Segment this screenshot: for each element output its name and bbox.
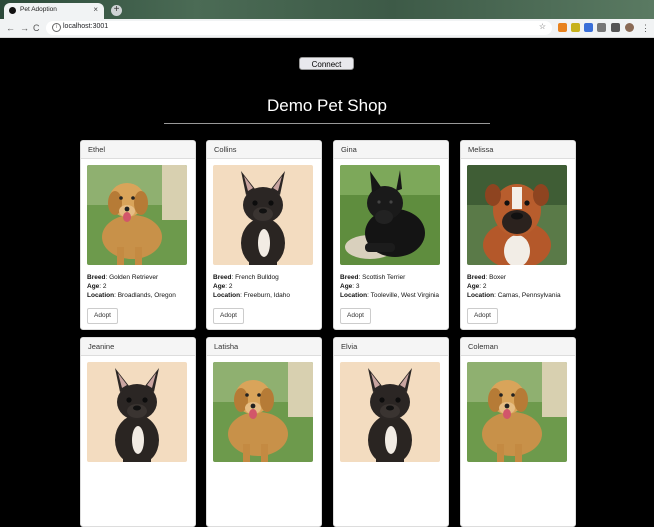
location-label: Location — [340, 292, 368, 299]
pet-location: Broadlands, Oregon — [117, 292, 176, 299]
pet-photo — [340, 362, 440, 462]
adopt-button[interactable]: Adopt — [467, 308, 498, 324]
pet-card: Ethel Breed: Golden Retriever Age: 2 Locati… — [80, 140, 196, 330]
age-label: Age — [87, 283, 100, 290]
pet-location-row: Location: Camas, Pennsylvania — [467, 292, 561, 299]
pet-name: Gina — [334, 141, 448, 159]
reload-button[interactable]: C — [33, 22, 40, 34]
browser-tab[interactable]: Pet Adoption × — [4, 3, 104, 19]
adopt-button[interactable]: Adopt — [87, 308, 118, 324]
pet-age: 2 — [102, 283, 107, 290]
favicon-icon — [9, 7, 16, 14]
page-title: Demo Pet Shop — [266, 96, 387, 115]
address-bar[interactable]: i localhost:3001 ☆ — [46, 21, 552, 35]
title-divider — [164, 123, 490, 124]
pet-card: Jeanine — [80, 337, 196, 527]
pet-location-row: Location: Tooleville, West Virginia — [340, 292, 439, 299]
pet-location: Freeburn, Idaho — [243, 292, 290, 299]
pet-breed: Scottish Terrier — [362, 274, 406, 281]
extension-icon[interactable] — [571, 23, 580, 32]
metamask-extension-icon[interactable] — [558, 23, 567, 32]
side-panel-icon[interactable] — [611, 23, 620, 32]
pet-card: Elvia — [333, 337, 449, 527]
pet-card: Coleman — [460, 337, 576, 527]
pet-name: Coleman — [461, 338, 575, 356]
age-label: Age — [340, 283, 353, 290]
page-content: Connect Wallet Demo Pet Shop Ｉ EthelBree… — [0, 38, 654, 527]
pet-age-row: Age: 2 — [87, 283, 107, 290]
connect-wallet-button[interactable]: Connect Wallet — [299, 57, 354, 82]
pet-details: Breed: Golden Retriever Age: 2 Location: B… — [81, 265, 195, 300]
pet-breed-row: Breed: Boxer — [467, 274, 507, 281]
pet-name: Ethel — [81, 141, 195, 159]
profile-avatar[interactable] — [625, 23, 634, 32]
pet-breed-row: Breed: Scottish Terrier — [340, 274, 406, 281]
pet-details: Breed: Boxer Age: 2 Location: Camas, Penns… — [461, 265, 575, 300]
pet-card: Latisha — [206, 337, 322, 527]
pet-name: Jeanine — [81, 338, 195, 356]
pet-breed: Boxer — [489, 274, 507, 281]
pet-photo — [340, 165, 440, 265]
pet-photo — [87, 165, 187, 265]
url-text: localhost:3001 — [63, 23, 109, 30]
location-label: Location — [213, 292, 241, 299]
info-icon[interactable]: i — [52, 23, 61, 32]
adopt-button[interactable]: Adopt — [340, 308, 371, 324]
location-label: Location — [87, 292, 115, 299]
pet-breed: French Bulldog — [235, 274, 279, 281]
pet-photo — [213, 362, 313, 462]
pet-age: 2 — [228, 283, 233, 290]
back-button[interactable]: ← — [6, 22, 15, 34]
age-label: Age — [467, 283, 480, 290]
pet-photo — [87, 362, 187, 462]
close-tab-icon[interactable]: × — [93, 5, 98, 15]
pet-age-row: Age: 3 — [340, 283, 360, 290]
pet-breed: Golden Retriever — [109, 274, 159, 281]
pet-photo — [467, 165, 567, 265]
pet-name: Melissa — [461, 141, 575, 159]
pet-photo — [213, 165, 313, 265]
breed-label: Breed — [340, 274, 359, 281]
pet-age: 2 — [482, 283, 487, 290]
pet-location-row: Location: Freeburn, Idaho — [213, 292, 290, 299]
bookmark-star-icon[interactable]: ☆ — [539, 22, 546, 31]
pet-name: Latisha — [207, 338, 321, 356]
breed-label: Breed — [213, 274, 232, 281]
pet-breed-row: Breed: French Bulldog — [213, 274, 279, 281]
pet-location-row: Location: Broadlands, Oregon — [87, 292, 176, 299]
pet-photo — [467, 362, 567, 462]
forward-button[interactable]: → — [20, 22, 29, 34]
pet-card: Collins Breed: French Bulldog Age: 2 Locati… — [206, 140, 322, 330]
browser-toolbar: ← → C i localhost:3001 ☆ ⋮ — [0, 19, 654, 38]
pet-details: Breed: French Bulldog Age: 2 Location: Fre… — [207, 265, 321, 300]
extensions-puzzle-icon[interactable] — [597, 23, 606, 32]
pet-age-row: Age: 2 — [213, 283, 233, 290]
pet-location: Tooleville, West Virginia — [370, 292, 439, 299]
pet-name: Elvia — [334, 338, 448, 356]
browser-tab-strip: Pet Adoption × + — [0, 0, 654, 19]
translate-extension-icon[interactable] — [584, 23, 593, 32]
breed-label: Breed — [467, 274, 486, 281]
pet-card: Melissa Breed: Boxer Age: 2 Location: Camas… — [460, 140, 576, 330]
pet-breed-row: Breed: Golden Retriever — [87, 274, 159, 281]
tab-title: Pet Adoption — [20, 6, 57, 13]
pet-location: Camas, Pennsylvania — [497, 292, 561, 299]
pet-details: Breed: Scottish Terrier Age: 3 Location: T… — [334, 265, 448, 300]
breed-label: Breed — [87, 274, 106, 281]
location-label: Location — [467, 292, 495, 299]
pet-age-row: Age: 2 — [467, 283, 487, 290]
new-tab-button[interactable]: + — [111, 5, 122, 16]
age-label: Age — [213, 283, 226, 290]
pet-age: 3 — [355, 283, 360, 290]
adopt-button[interactable]: Adopt — [213, 308, 244, 324]
pet-name: Collins — [207, 141, 321, 159]
browser-menu-icon[interactable]: ⋮ — [641, 22, 650, 34]
pet-card: Gina Breed: Scottish Terrier Age: 3 Locatio… — [333, 140, 449, 330]
